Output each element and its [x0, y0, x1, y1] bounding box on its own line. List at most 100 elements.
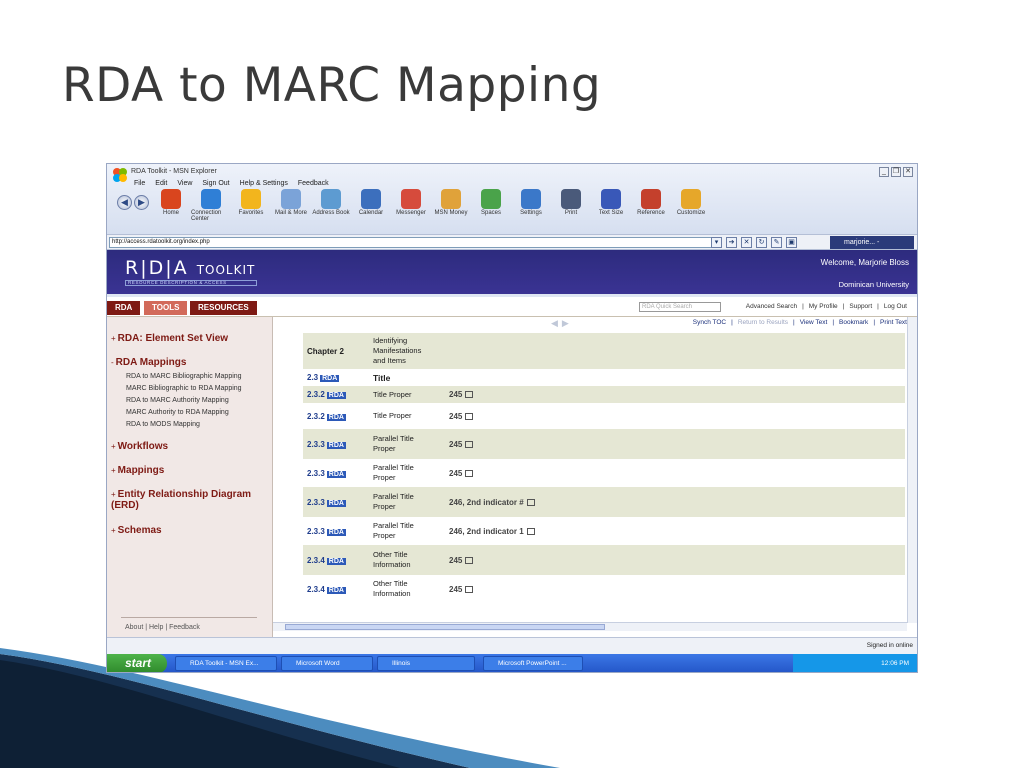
synch-toc-link[interactable]: Synch TOC [693, 319, 726, 326]
sidebar-item-rda-to-marc-bib[interactable]: RDA to MARC Bibliographic Mapping [126, 373, 242, 380]
menu-file[interactable]: File [134, 180, 145, 187]
external-link-icon[interactable] [465, 391, 474, 398]
task-powerpoint[interactable]: Microsoft PowerPoint ... [483, 656, 583, 671]
external-link-icon[interactable] [526, 498, 535, 506]
toolbar-reference[interactable]: Reference [631, 189, 671, 222]
toolbar-text-size[interactable]: Text Size [591, 189, 631, 222]
toolbar-print[interactable]: Print [551, 189, 591, 222]
toolbar-home[interactable]: Home [151, 189, 191, 222]
rda-tag[interactable]: RDA [326, 470, 346, 478]
sidebar-section-workflows[interactable]: + Workflows [111, 441, 168, 452]
rule-number[interactable]: 2.3.4 RDA [307, 585, 346, 594]
sidebar-item-rda-to-mods[interactable]: RDA to MODS Mapping [126, 421, 200, 428]
rule-number[interactable]: 2.3.4 RDA [307, 556, 346, 565]
table-row[interactable]: 2.3.3 RDA Parallel Title Proper 246, 2nd in… [303, 517, 905, 545]
advanced-search-link[interactable]: Advanced Search [746, 303, 797, 310]
sidebar-item-marc-bib-to-rda[interactable]: MARC Bibliographic to RDA Mapping [126, 385, 242, 392]
menu-edit[interactable]: Edit [155, 180, 167, 187]
rda-tag[interactable]: RDA [320, 375, 340, 382]
address-input[interactable]: http://access.rdatoolkit.org/index.php [109, 237, 721, 248]
stop-icon[interactable]: ✕ [741, 237, 752, 248]
photo-icon[interactable]: ▣ [786, 237, 797, 248]
menu-sign-out[interactable]: Sign Out [202, 180, 229, 187]
tab-tools[interactable]: TOOLS [144, 301, 188, 315]
go-arrow-icon[interactable]: ➔ [726, 237, 737, 248]
quick-search-input[interactable]: RDA Quick Search [639, 302, 721, 312]
table-row[interactable]: 2.3.4 RDA Other Title Information 245 [303, 545, 905, 575]
edit-icon[interactable]: ✎ [771, 237, 782, 248]
table-row[interactable]: 2.3.3 RDA Parallel Title Proper 245 [303, 459, 905, 487]
tab-rda[interactable]: RDA [107, 301, 141, 315]
external-link-icon[interactable] [465, 412, 474, 420]
rule-number[interactable]: 2.3.3 RDA [307, 469, 346, 478]
forward-arrow-icon[interactable]: ▶ [134, 195, 149, 210]
sidebar-section-element-set[interactable]: + RDA: Element Set View [111, 333, 228, 344]
sidebar-item-marc-authority-to-rda[interactable]: MARC Authority to RDA Mapping [126, 409, 229, 416]
back-arrow-icon[interactable]: ◀ [117, 195, 132, 210]
task-word[interactable]: Microsoft Word [281, 656, 373, 671]
external-link-icon[interactable] [465, 585, 474, 593]
table-row[interactable]: 2.3.3 RDA Parallel Title Proper 246, 2nd in… [303, 487, 905, 517]
external-link-icon[interactable] [465, 556, 474, 564]
print-text-link[interactable]: Print Text [880, 319, 907, 326]
return-to-results-link[interactable]: Return to Results [738, 319, 788, 326]
restore-icon[interactable]: ❐ [891, 167, 901, 177]
sidebar-section-erd[interactable]: + Entity Relationship Diagram (ERD) [111, 489, 261, 511]
start-button[interactable]: start [107, 654, 167, 672]
rda-tag[interactable]: RDA [326, 392, 346, 399]
dropdown-icon[interactable]: ▾ [711, 237, 722, 248]
rule-number[interactable]: 2.3.3 RDA [307, 498, 346, 507]
table-row[interactable]: 2.3.3 RDA Parallel Title Proper 245 [303, 429, 905, 459]
toolbar-favorites[interactable]: Favorites [231, 189, 271, 222]
prev-next-arrows-icon[interactable]: ◀▶ [551, 318, 573, 329]
toolbar-calendar[interactable]: Calendar [351, 189, 391, 222]
rda-tag[interactable]: RDA [326, 586, 346, 594]
task-illinois[interactable]: Illinois [377, 656, 475, 671]
vertical-scrollbar[interactable] [907, 317, 917, 623]
table-row[interactable]: 2.3.2 RDA Title Proper 245 [303, 386, 905, 403]
close-icon[interactable]: ✕ [903, 167, 913, 177]
task-rda-toolkit[interactable]: RDA Toolkit - MSN Ex... [175, 656, 277, 671]
minimize-icon[interactable]: _ [879, 167, 889, 177]
rda-tag[interactable]: RDA [326, 499, 346, 507]
rule-number[interactable]: 2.3.2 RDA [307, 390, 346, 399]
sidebar-footer-links[interactable]: About | Help | Feedback [125, 624, 200, 631]
external-link-icon[interactable] [465, 440, 474, 448]
sidebar-section-mappings[interactable]: + Mappings [111, 465, 164, 476]
rule-number[interactable]: 2.3.2 RDA [307, 412, 346, 421]
toolbar-connection-center[interactable]: Connection Center [191, 189, 231, 222]
scrollbar-thumb[interactable] [285, 624, 605, 630]
rda-tag[interactable]: RDA [326, 528, 346, 536]
my-profile-link[interactable]: My Profile [809, 303, 838, 310]
toolbar-mail-more[interactable]: Mail & More [271, 189, 311, 222]
menu-help-settings[interactable]: Help & Settings [240, 180, 288, 187]
sidebar-section-schemas[interactable]: + Schemas [111, 525, 162, 536]
user-chip[interactable]: marjorie... - [830, 236, 914, 249]
rda-tag[interactable]: RDA [326, 441, 346, 449]
menu-feedback[interactable]: Feedback [298, 180, 329, 187]
table-row[interactable]: 2.3 RDA Title [303, 369, 905, 386]
toolbar-msn-money[interactable]: MSN Money [431, 189, 471, 222]
toolbar-address-book[interactable]: Address Book [311, 189, 351, 222]
table-row[interactable]: 2.3.2 RDA Title Proper 245 [303, 403, 905, 429]
view-text-link[interactable]: View Text [800, 319, 828, 326]
tab-resources[interactable]: RESOURCES [190, 301, 257, 315]
sidebar-section-rda-mappings[interactable]: - RDA Mappings [111, 357, 186, 368]
external-link-icon[interactable] [526, 527, 535, 535]
horizontal-scrollbar[interactable] [273, 622, 907, 631]
rule-number[interactable]: 2.3 RDA [307, 373, 340, 382]
rda-tag[interactable]: RDA [326, 557, 346, 565]
rule-number[interactable]: 2.3.3 RDA [307, 440, 346, 449]
sidebar-item-rda-to-marc-authority[interactable]: RDA to MARC Authority Mapping [126, 397, 229, 404]
toolbar-spaces[interactable]: Spaces [471, 189, 511, 222]
rda-tag[interactable]: RDA [326, 413, 346, 421]
refresh-icon[interactable]: ↻ [756, 237, 767, 248]
table-row[interactable]: 2.3.4 RDA Other Title Information 245 [303, 575, 905, 603]
log-out-link[interactable]: Log Out [884, 303, 907, 310]
rda-logo[interactable]: R|D|A TOOLKIT [125, 257, 255, 279]
external-link-icon[interactable] [465, 469, 474, 477]
toolbar-customize[interactable]: Customize [671, 189, 711, 222]
toolbar-messenger[interactable]: Messenger [391, 189, 431, 222]
menu-view[interactable]: View [177, 180, 192, 187]
toolbar-settings[interactable]: Settings [511, 189, 551, 222]
